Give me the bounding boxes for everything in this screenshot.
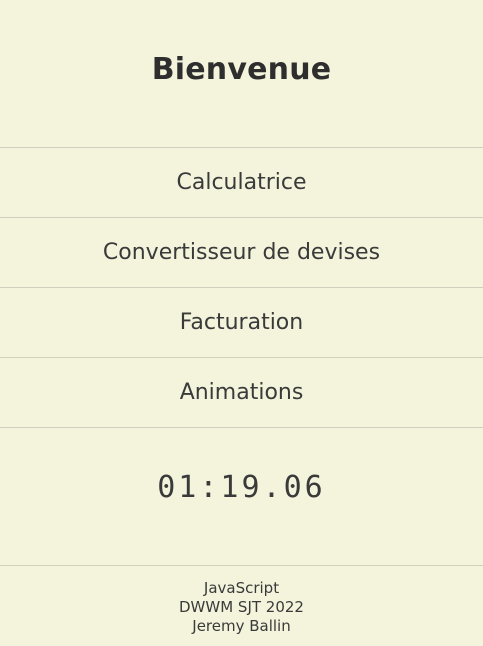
- footer-line-author: Jeremy Ballin: [192, 617, 291, 635]
- menu-item-calculatrice[interactable]: Calculatrice: [0, 147, 483, 217]
- menu-item-animations[interactable]: Animations: [0, 357, 483, 428]
- footer-line-language: JavaScript: [203, 579, 280, 597]
- menu-item-facturation[interactable]: Facturation: [0, 287, 483, 357]
- footer-line-course: DWWM SJT 2022: [179, 598, 304, 616]
- menu-item-convertisseur[interactable]: Convertisseur de devises: [0, 217, 483, 287]
- main-menu: Calculatrice Convertisseur de devises Fa…: [0, 147, 483, 428]
- digital-clock: 01:19.06: [157, 470, 326, 505]
- page-title: Bienvenue: [151, 52, 332, 87]
- footer: JavaScript DWWM SJT 2022 Jeremy Ballin: [0, 565, 483, 636]
